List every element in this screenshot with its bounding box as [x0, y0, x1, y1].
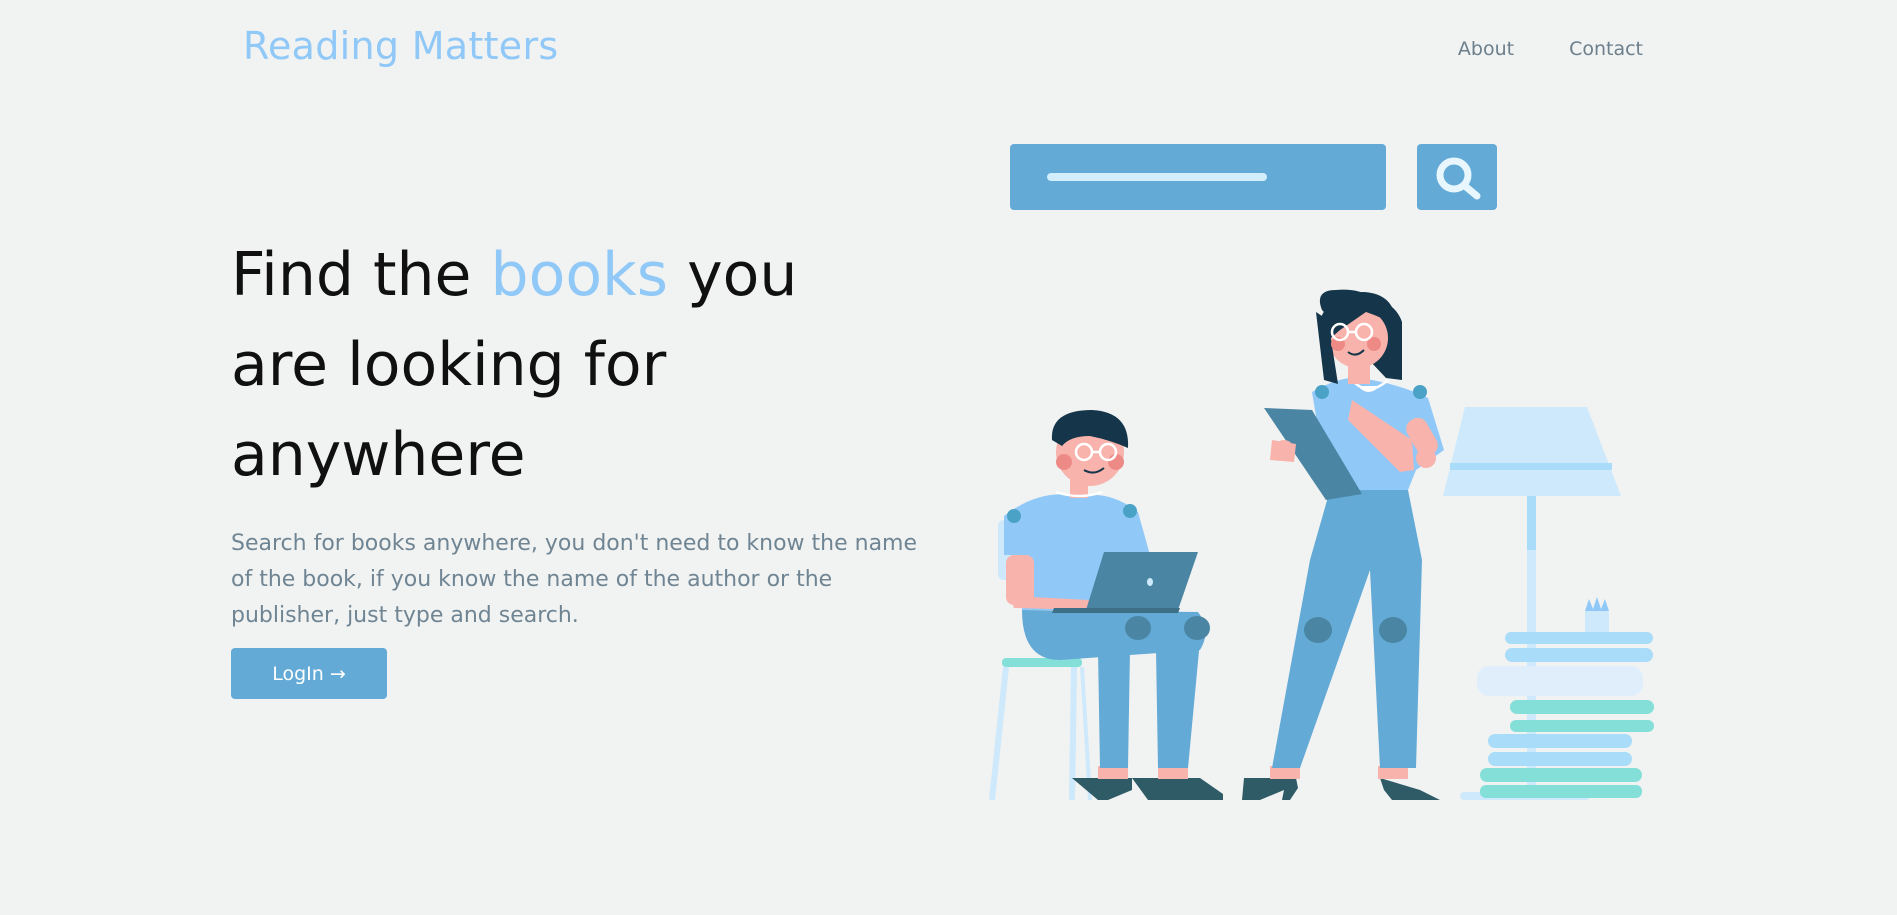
page: Reading Matters About Contact Find the b…: [0, 0, 1897, 915]
standing-woman-graphic: [1242, 289, 1444, 800]
top-nav: About Contact: [1458, 38, 1643, 60]
search-icon: [1417, 144, 1497, 210]
hero-illustration: [989, 144, 1654, 801]
book-stack-graphic: [1460, 597, 1654, 800]
hero-title: Find the books you are looking for anywh…: [231, 230, 871, 500]
hero-title-part1: Find the: [231, 240, 491, 310]
hero-title-accent: books: [490, 240, 669, 310]
hero-description: Search for books anywhere, you don't nee…: [231, 531, 918, 628]
nav-contact[interactable]: Contact: [1569, 38, 1643, 60]
seated-man-graphic: [1004, 410, 1223, 800]
nav-about[interactable]: About: [1458, 38, 1514, 60]
search-bar-graphic: [1010, 144, 1386, 210]
brand-logo[interactable]: Reading Matters: [243, 24, 559, 68]
login-button[interactable]: LogIn →: [231, 648, 387, 699]
